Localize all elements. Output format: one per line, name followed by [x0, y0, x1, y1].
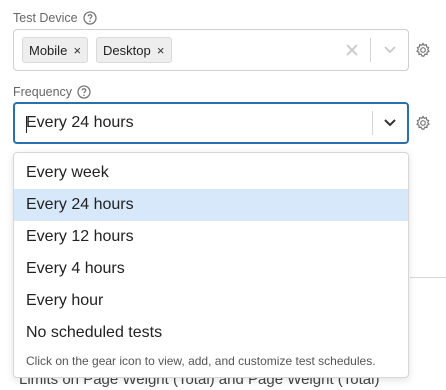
test-device-label: Test Device — [13, 11, 97, 25]
close-icon[interactable] — [344, 42, 360, 58]
background-divider — [410, 277, 446, 278]
frequency-label-text: Frequency — [13, 85, 73, 99]
option-every-hour[interactable]: Every hour — [14, 285, 408, 317]
indicator-divider — [370, 38, 371, 62]
option-every-12-hours[interactable]: Every 12 hours — [14, 221, 408, 253]
test-device-label-text: Test Device — [13, 11, 78, 25]
frequency-select[interactable]: Every 24 hours — [13, 102, 409, 144]
tag-mobile: Mobile × — [22, 37, 89, 63]
gear-icon[interactable] — [415, 42, 431, 58]
frequency-dropdown-menu: Every week Every 24 hours Every 12 hours… — [13, 152, 409, 378]
chevron-down-icon[interactable] — [382, 116, 398, 130]
tag-desktop: Desktop × — [96, 37, 172, 63]
test-device-multiselect[interactable]: Mobile × Desktop × — [13, 29, 409, 71]
question-circle-icon[interactable] — [82, 11, 97, 25]
option-every-4-hours[interactable]: Every 4 hours — [14, 253, 408, 285]
tag-desktop-remove-icon[interactable]: × — [151, 43, 171, 58]
question-circle-icon[interactable] — [77, 85, 91, 99]
option-every-week[interactable]: Every week — [14, 157, 408, 189]
tag-mobile-label: Mobile — [29, 42, 68, 58]
menu-hint-text: Click on the gear icon to view, add, and… — [26, 354, 376, 368]
gear-icon[interactable] — [415, 115, 431, 131]
frequency-label: Frequency — [13, 85, 91, 99]
frequency-select-value: Every 24 hours — [26, 114, 134, 131]
chevron-down-icon[interactable] — [382, 43, 398, 57]
option-every-24-hours[interactable]: Every 24 hours — [14, 189, 408, 221]
tag-mobile-remove-icon[interactable]: × — [67, 43, 87, 58]
option-no-scheduled-tests[interactable]: No scheduled tests — [14, 317, 408, 349]
tag-desktop-label: Desktop — [103, 42, 151, 58]
indicator-divider — [372, 111, 373, 135]
